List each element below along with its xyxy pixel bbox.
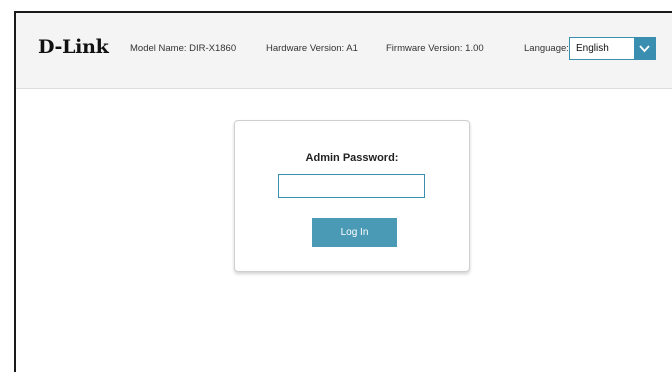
login-card: Admin Password: Log In xyxy=(234,120,470,272)
admin-password-label: Admin Password: xyxy=(305,152,399,164)
header-bar: D-Link Model Name: DIR-X1860 Hardware Ve… xyxy=(16,13,672,89)
language-label: Language: xyxy=(524,43,569,54)
admin-password-input[interactable] xyxy=(278,174,425,198)
chevron-down-icon xyxy=(639,45,650,53)
firmware-version: Firmware Version: 1.00 xyxy=(386,43,484,54)
model-name: Model Name: DIR-X1860 xyxy=(130,43,237,54)
router-admin-page: D-Link Model Name: DIR-X1860 Hardware Ve… xyxy=(0,0,672,372)
language-selected-value: English xyxy=(576,43,609,54)
hardware-version: Hardware Version: A1 xyxy=(266,43,358,54)
login-button[interactable]: Log In xyxy=(312,218,397,247)
language-select[interactable]: English xyxy=(569,37,656,60)
language-dropdown-button[interactable] xyxy=(634,38,655,59)
dlink-logo: D-Link xyxy=(38,36,109,58)
